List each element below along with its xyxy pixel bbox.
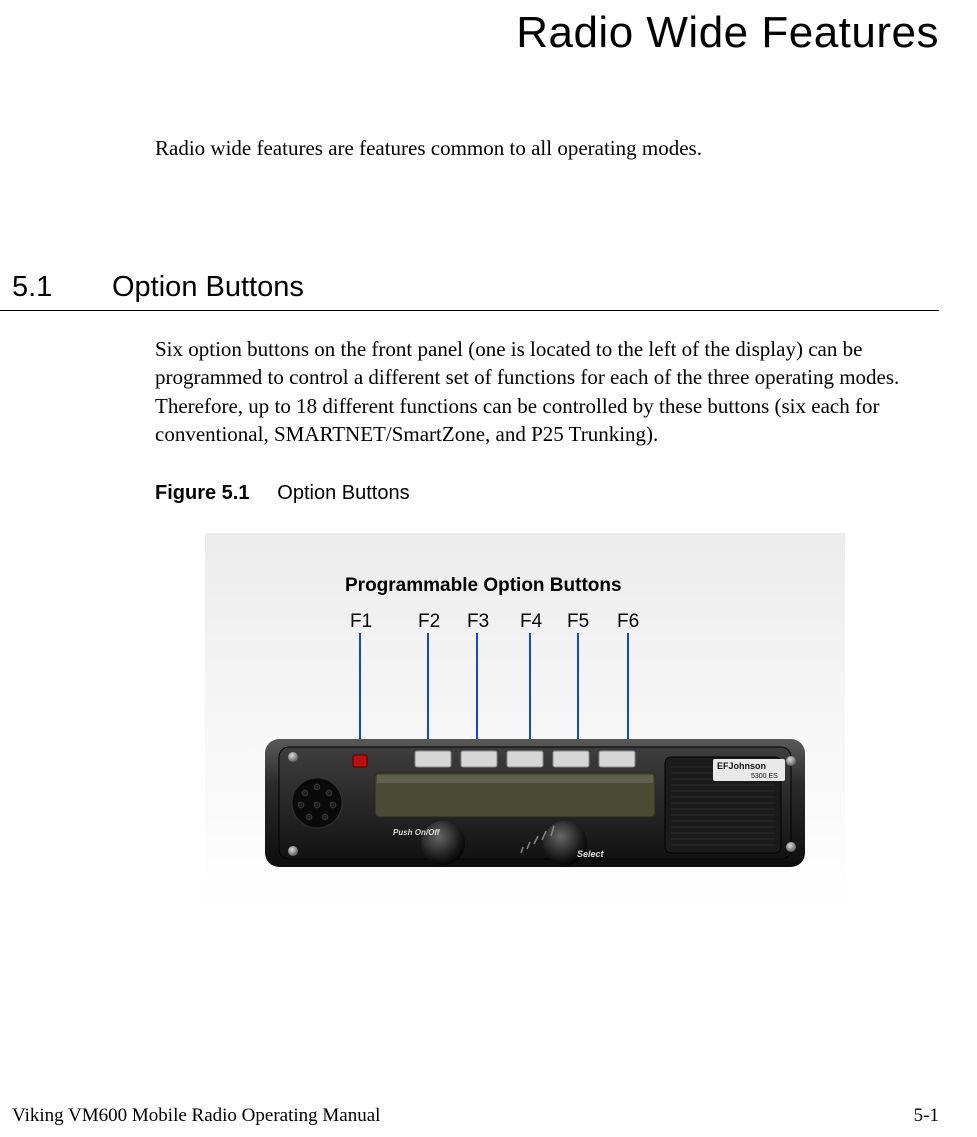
section-heading: 5.1 Option Buttons [12, 271, 977, 304]
section-body: Six option buttons on the front panel (o… [155, 335, 939, 448]
option-button-row [415, 751, 635, 767]
page-footer: Viking VM600 Mobile Radio Operating Manu… [12, 1105, 939, 1127]
figure-title: Option Buttons [277, 482, 409, 504]
radio-model: 5300 ES [751, 773, 778, 780]
footer-left: Viking VM600 Mobile Radio Operating Manu… [12, 1105, 380, 1127]
radio-brand: EFJohnson [717, 761, 766, 771]
figure-illustration: Programmable Option Buttons F1 F2 F3 F4 … [205, 533, 845, 913]
knob-right-label: Select [577, 849, 605, 859]
chapter-title: Radio Wide Features [0, 8, 939, 58]
radio-unit: Push On/Off Select [265, 733, 805, 883]
intro-paragraph: Radio wide features are features common … [155, 136, 925, 161]
figure-caption: Figure 5.1 Option Buttons [155, 482, 977, 505]
section-number: 5.1 [12, 271, 112, 304]
figure-number: Figure 5.1 [155, 482, 249, 504]
section-divider [0, 310, 939, 311]
footer-page-number: 5-1 [914, 1105, 939, 1127]
knob-left-label: Push On/Off [393, 828, 441, 837]
section-title: Option Buttons [112, 271, 304, 304]
